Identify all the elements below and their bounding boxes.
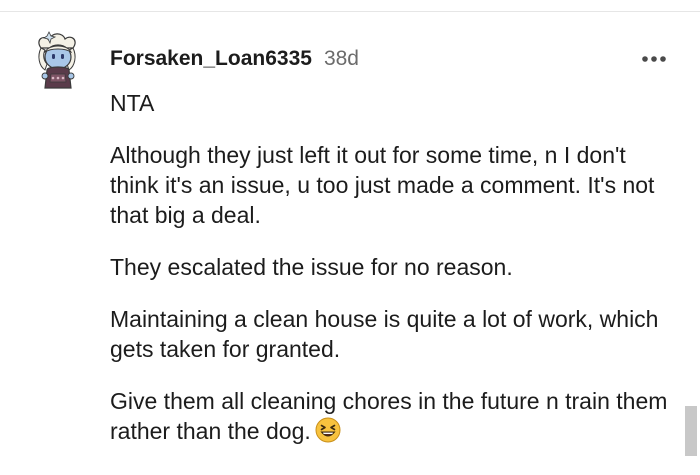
comment-paragraph-text: Give them all cleaning chores in the fut…: [110, 388, 668, 444]
comment-paragraph: Although they just left it out for some …: [110, 142, 655, 228]
comment-paragraph: They escalated the issue for no reason.: [110, 254, 513, 280]
comment-body: NTA Although they just left it out for s…: [110, 88, 670, 450]
comment-age: 38d: [323, 47, 359, 70]
comment: Forsaken_Loan6335 38d NTA Although they …: [0, 0, 700, 475]
comment-paragraph: NTA: [110, 90, 155, 116]
scrollbar-thumb[interactable]: [685, 406, 697, 456]
username-link[interactable]: Forsaken_Loan6335: [110, 47, 312, 71]
comment-meta: Forsaken_Loan6335 38d: [110, 47, 359, 73]
comment-paragraph: Maintaining a clean house is quite a lot…: [110, 306, 659, 362]
grinning-squinting-face-icon: [315, 417, 341, 450]
ellipsis-icon: [642, 56, 666, 62]
more-options-button[interactable]: [637, 52, 671, 66]
comment-paragraph-last: Give them all cleaning chores in the fut…: [110, 386, 670, 450]
user-avatar[interactable]: [33, 30, 83, 92]
snoo-avatar-icon: [38, 31, 76, 89]
